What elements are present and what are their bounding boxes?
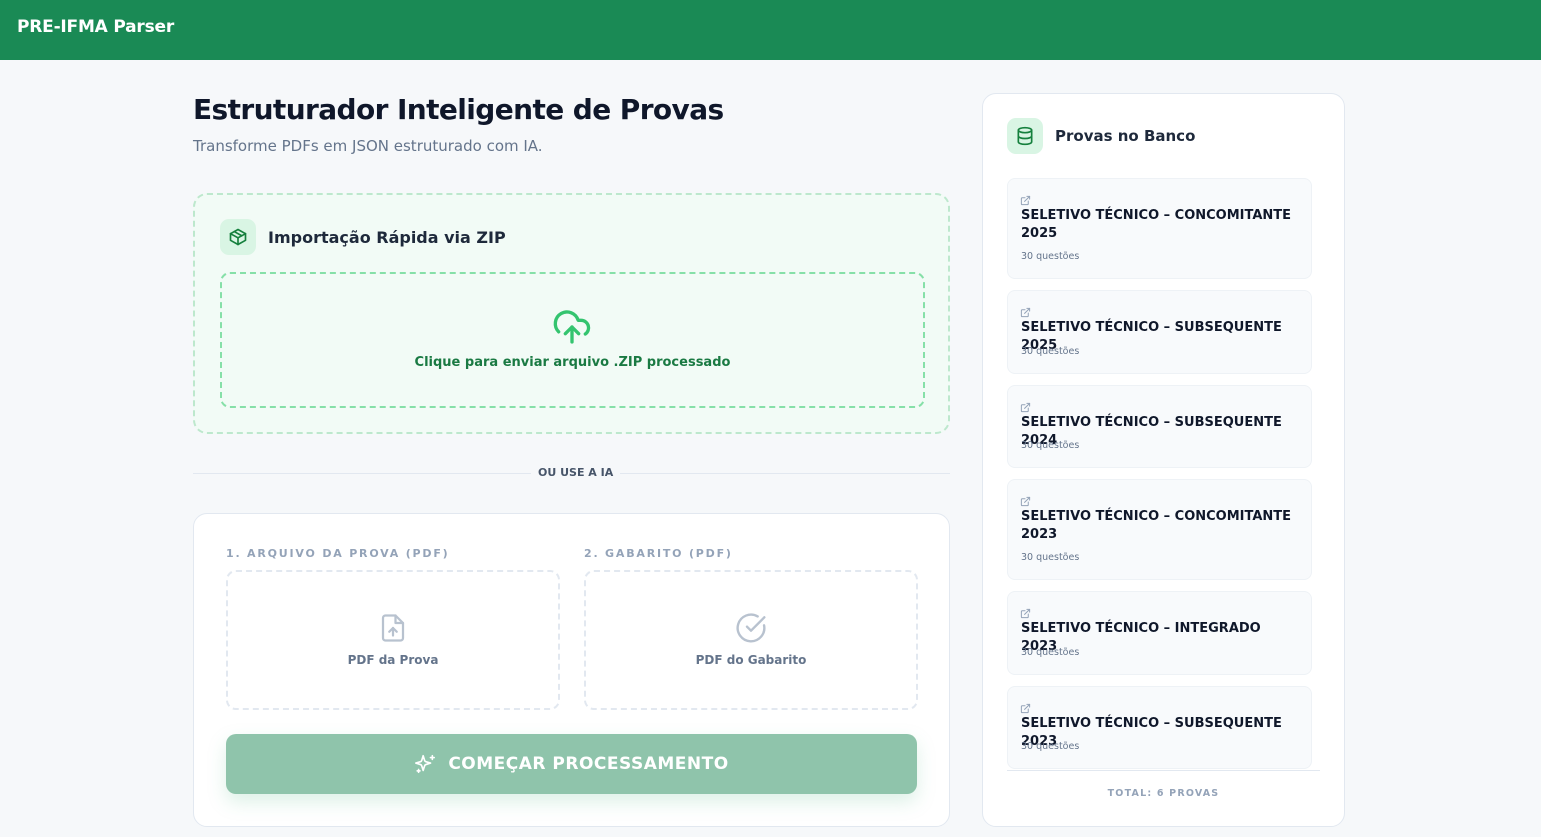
exam-bank-panel: Provas no Banco SELETIVO TÉCNICO – CONCO… (982, 93, 1345, 827)
start-processing-button[interactable]: COMEÇAR PROCESSAMENTO (226, 734, 917, 794)
sparkles-icon (415, 754, 436, 774)
database-icon (1007, 118, 1043, 154)
exam-item-count: 30 questões (1021, 647, 1080, 658)
zip-dropzone-label: Clique para enviar arquivo .ZIP processa… (414, 355, 731, 370)
file-upload-icon (378, 612, 408, 648)
ai-processing-card: 1. ARQUIVO DA PROVA (PDF) PDF da Prova 2… (193, 513, 950, 827)
main-content: Estruturador Inteligente de Provas Trans… (193, 90, 950, 827)
exam-item-name: SELETIVO TÉCNICO – CONCOMITANTE 2023 (1021, 509, 1292, 542)
exam-bank-footer-divider (1007, 770, 1320, 771)
exam-item[interactable]: SELETIVO TÉCNICO – SUBSEQUENTE 2024 30 q… (1007, 385, 1312, 468)
start-processing-label: COMEÇAR PROCESSAMENTO (448, 754, 729, 774)
exam-bank-title: Provas no Banco (1055, 127, 1196, 145)
zip-card-header: Importação Rápida via ZIP (220, 219, 506, 255)
cloud-upload-icon (552, 307, 592, 351)
exam-item-count: 30 questões (1021, 251, 1080, 262)
zip-import-card: Importação Rápida via ZIP Clique para en… (193, 193, 950, 434)
exam-item[interactable]: SELETIVO TÉCNICO – SUBSEQUENTE 2025 30 q… (1007, 290, 1312, 374)
exam-item-count: 30 questões (1021, 741, 1080, 752)
zip-upload-dropzone[interactable]: Clique para enviar arquivo .ZIP processa… (220, 272, 925, 408)
zip-card-title: Importação Rápida via ZIP (268, 227, 506, 247)
exam-dropzone-label: PDF da Prova (347, 653, 439, 667)
exam-item-count: 30 questões (1021, 552, 1080, 563)
answer-key-label: 2. GABARITO (PDF) (584, 547, 733, 560)
page-title: Estruturador Inteligente de Provas (193, 93, 724, 126)
exam-pdf-dropzone[interactable]: PDF da Prova (226, 570, 560, 710)
answer-dropzone-label: PDF do Gabarito (695, 653, 807, 667)
page-subtitle: Transforme PDFs em JSON estruturado com … (193, 137, 543, 155)
answer-key-pdf-dropzone[interactable]: PDF do Gabarito (584, 570, 918, 710)
exam-item[interactable]: SELETIVO TÉCNICO – SUBSEQUENTE 2023 30 q… (1007, 686, 1312, 769)
exam-item-name: SELETIVO TÉCNICO – CONCOMITANTE 2025 (1021, 208, 1292, 241)
exam-item-count: 30 questões (1021, 440, 1080, 451)
exam-bank-header: Provas no Banco (1007, 118, 1195, 154)
exam-item[interactable]: SELETIVO TÉCNICO – CONCOMITANTE 2023 30 … (1007, 479, 1312, 580)
check-circle-icon (735, 612, 767, 648)
top-bar: PRE-IFMA Parser (0, 0, 1541, 60)
exam-item[interactable]: SELETIVO TÉCNICO – INTEGRADO 2023 30 que… (1007, 591, 1312, 675)
exam-bank-total: TOTAL: 6 PROVAS (1107, 788, 1220, 799)
exam-item-count: 30 questões (1021, 346, 1080, 357)
package-icon (220, 219, 256, 255)
divider-label: OU USE A IA (531, 466, 621, 479)
exam-file-label: 1. ARQUIVO DA PROVA (PDF) (226, 547, 450, 560)
app-title[interactable]: PRE-IFMA Parser (17, 17, 174, 37)
exam-item[interactable]: SELETIVO TÉCNICO – CONCOMITANTE 2025 30 … (1007, 178, 1312, 279)
